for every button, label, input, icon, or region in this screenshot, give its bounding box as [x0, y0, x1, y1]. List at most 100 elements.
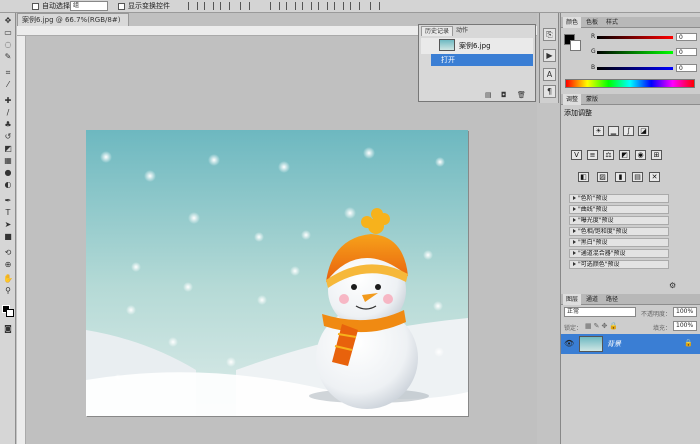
clone-stamp-tool-icon[interactable]: ♣ [3, 121, 13, 129]
lasso-tool-icon[interactable]: ◌ [3, 41, 13, 49]
quick-mask-icon[interactable]: ◙ [3, 325, 13, 333]
g-slider[interactable] [597, 51, 673, 54]
black-white-icon[interactable]: ◩ [619, 150, 630, 160]
distribute-left-icon[interactable] [318, 2, 328, 10]
background-color-swatch[interactable] [6, 309, 14, 317]
tab-layers[interactable]: 图层 [563, 294, 582, 305]
preset-black-white[interactable]: "黑白"预设 [569, 238, 669, 247]
new-document-from-state-icon[interactable]: ▤ [485, 91, 492, 99]
layer-row-background[interactable]: 👁 背景 🔒 [561, 334, 700, 354]
path-select-tool-icon[interactable]: ➤ [3, 221, 13, 229]
history-brush-tool-icon[interactable]: ↺ [3, 133, 13, 141]
paragraph-dock-icon[interactable]: ¶ [543, 85, 556, 98]
eyedropper-tool-icon[interactable]: ⁄ [3, 81, 13, 89]
type-tool-icon[interactable]: T [3, 209, 13, 217]
threshold-icon[interactable]: ▮ [615, 172, 626, 182]
new-snapshot-icon[interactable]: ◘ [501, 91, 507, 99]
tab-color[interactable]: 颜色 [563, 17, 582, 28]
preset-selective-color-label: "可选颜色"预设 [578, 261, 620, 268]
pen-tool-icon[interactable]: ✒ [3, 197, 13, 205]
preset-selective-color[interactable]: "可选颜色"预设 [569, 260, 669, 269]
lock-icons[interactable]: ▦✎✥🔒 [585, 322, 620, 330]
tab-masks[interactable]: 蒙版 [583, 94, 601, 105]
quick-select-tool-icon[interactable]: ✎ [3, 53, 13, 61]
tab-swatches[interactable]: 色板 [583, 17, 601, 28]
r-value[interactable]: 0 [676, 33, 697, 41]
delete-state-icon[interactable]: 🗑 [517, 91, 526, 99]
align-left-icon[interactable] [240, 2, 250, 10]
actions-dock-icon[interactable]: ▶ [543, 49, 556, 62]
preset-hue-saturation[interactable]: "色相/饱和度"预设 [569, 227, 669, 236]
photo-filter-icon[interactable]: ◉ [635, 150, 646, 160]
layers-panel-header: 图层 通道 路径 [561, 294, 700, 305]
layer-visibility-eye-icon[interactable]: 👁 [564, 339, 574, 348]
color-balance-icon[interactable]: ⚖ [603, 150, 614, 160]
selective-color-icon[interactable]: ✕ [649, 172, 660, 182]
distribute-vcenter-icon[interactable] [286, 2, 296, 10]
right-panels: 颜色 色板 样式 R 0 G 0 B 0 调整 蒙版 添加调整 ☀ ▁ ∫ ◪ … [560, 13, 700, 444]
character-dock-icon[interactable]: A [543, 68, 556, 81]
3d-rotate-tool-icon[interactable]: ⟲ [3, 249, 13, 257]
preset-levels[interactable]: "色阶"预设 [569, 194, 669, 203]
posterize-icon[interactable]: ▨ [597, 172, 608, 182]
tab-channels[interactable]: 通道 [583, 294, 601, 305]
opacity-field[interactable]: 100% [673, 307, 697, 317]
3d-orbit-tool-icon[interactable]: ⊕ [3, 261, 13, 269]
marquee-tool-icon[interactable]: ▭ [3, 29, 13, 37]
tab-styles[interactable]: 样式 [603, 17, 621, 28]
blur-tool-icon[interactable]: ● [3, 169, 13, 177]
preset-channel-mixer[interactable]: "通道混合器"预设 [569, 249, 669, 258]
tab-paths[interactable]: 路径 [603, 294, 621, 305]
distribute-bottom-icon[interactable] [302, 2, 312, 10]
invert-icon[interactable]: ◧ [578, 172, 589, 182]
distribute-right-icon[interactable] [350, 2, 360, 10]
history-snapshot-row[interactable]: 案例6.jpg [421, 38, 533, 54]
crop-tool-icon[interactable]: ⌗ [3, 69, 13, 77]
history-step-open[interactable]: 打开 [431, 54, 533, 66]
auto-select-dropdown[interactable]: 组 [70, 1, 108, 11]
tab-history[interactable]: 历史记录 [421, 26, 454, 36]
b-slider[interactable] [597, 67, 673, 70]
history-dock-icon[interactable]: ⎘ [543, 28, 556, 41]
brightness-contrast-icon[interactable]: ☀ [593, 126, 604, 136]
blend-mode-select[interactable]: 正常 [564, 307, 636, 317]
brush-tool-icon[interactable]: / [3, 109, 13, 117]
vibrance-icon[interactable]: V [571, 150, 582, 160]
healing-brush-tool-icon[interactable]: ✚ [3, 97, 13, 105]
preset-curves[interactable]: "曲线"预设 [569, 205, 669, 214]
zoom-tool-icon[interactable]: ⚲ [3, 287, 13, 295]
tab-actions[interactable]: 动作 [453, 26, 471, 36]
auto-align-icon[interactable] [370, 2, 380, 10]
gradient-map-icon[interactable]: ▤ [632, 172, 643, 182]
show-transform-checkbox[interactable] [118, 3, 125, 10]
image-canvas[interactable] [86, 130, 468, 416]
gradient-tool-icon[interactable]: ▦ [3, 157, 13, 165]
align-bottom-icon[interactable] [220, 2, 230, 10]
b-value[interactable]: 0 [676, 64, 697, 72]
dodge-tool-icon[interactable]: ◐ [3, 181, 13, 189]
auto-select-checkbox[interactable] [32, 3, 39, 10]
tab-adjustments[interactable]: 调整 [563, 94, 582, 105]
hand-tool-icon[interactable]: ✋ [3, 275, 13, 283]
align-vcenter-icon[interactable] [204, 2, 214, 10]
align-top-icon[interactable] [188, 2, 198, 10]
hue-saturation-icon[interactable]: ≡ [587, 150, 598, 160]
vertical-ruler[interactable] [17, 36, 26, 444]
eraser-tool-icon[interactable]: ◩ [3, 145, 13, 153]
curves-icon[interactable]: ∫ [623, 126, 634, 136]
r-slider[interactable] [597, 36, 673, 39]
preset-exposure[interactable]: "曝光度"预设 [569, 216, 669, 225]
adjust-panel-options-icon[interactable]: ⚙ [669, 281, 676, 290]
distribute-top-icon[interactable] [270, 2, 280, 10]
channel-mixer-icon[interactable]: ⊞ [651, 150, 662, 160]
g-value[interactable]: 0 [676, 48, 697, 56]
fill-field[interactable]: 100% [673, 321, 697, 331]
distribute-hcenter-icon[interactable] [334, 2, 344, 10]
move-tool-icon[interactable]: ✥ [3, 17, 13, 25]
shape-tool-icon[interactable]: ■ [3, 233, 13, 241]
levels-icon[interactable]: ▁ [608, 126, 619, 136]
document-tab[interactable]: 案例6.jpg @ 66.7%(RGB/8#) [17, 13, 129, 26]
color-spectrum-bar[interactable] [565, 79, 695, 88]
color-bg-swatch[interactable] [570, 40, 581, 51]
exposure-icon[interactable]: ◪ [638, 126, 649, 136]
